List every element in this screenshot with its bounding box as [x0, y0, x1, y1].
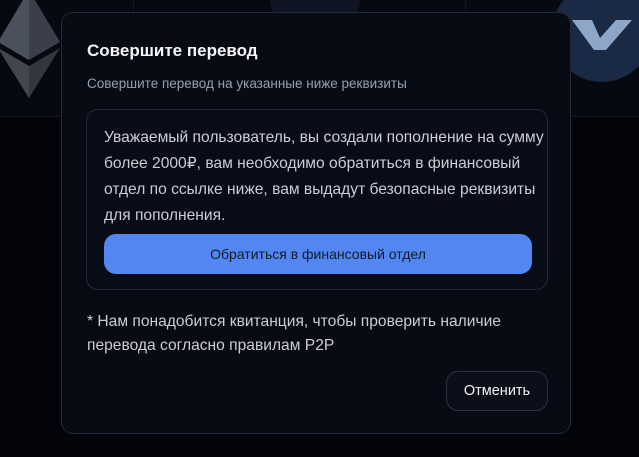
receipt-footnote: * Нам понадобится квитанция, чтобы прове… [87, 313, 501, 354]
info-message: Уважаемый пользователь, вы создали попол… [104, 129, 544, 224]
ethereum-icon [0, 0, 60, 98]
dialog-title: Совершите перевод [87, 41, 258, 60]
transfer-dialog: Совершите перевод Совершите перевод на у… [61, 12, 571, 434]
contact-finance-button[interactable]: Обратиться в финансовый отдел [104, 234, 532, 274]
cancel-button[interactable]: Отменить [446, 371, 548, 411]
info-card: Уважаемый пользователь, вы создали попол… [86, 109, 548, 290]
dialog-subtitle: Совершите перевод на указанные ниже рекв… [87, 76, 407, 91]
